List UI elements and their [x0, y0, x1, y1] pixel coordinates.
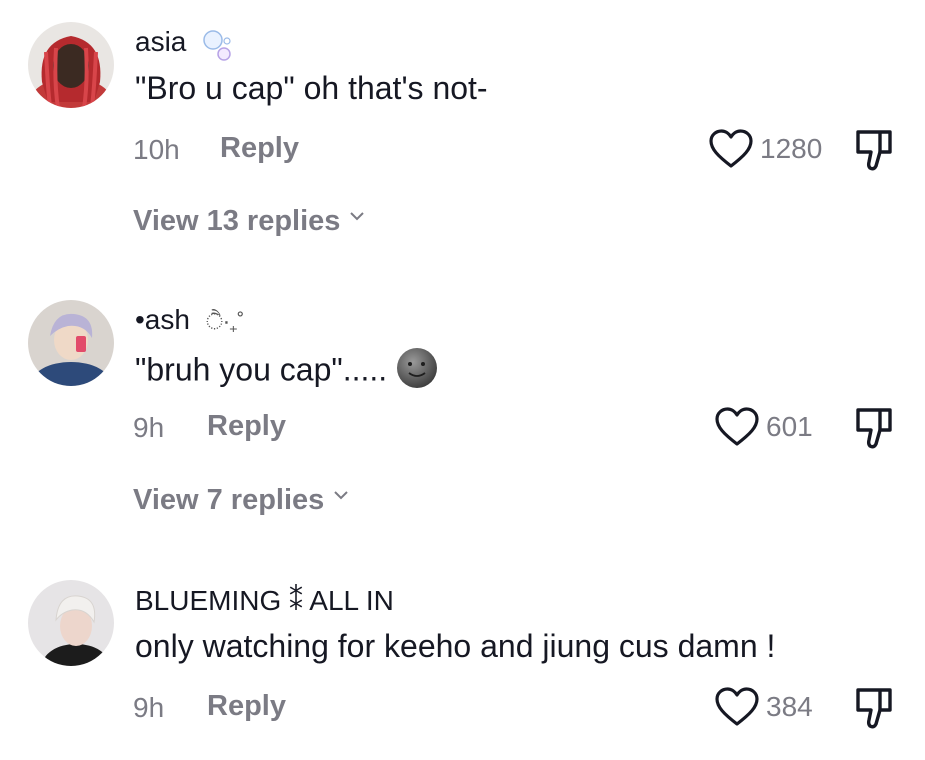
- dislike-icon[interactable]: [850, 126, 898, 174]
- like-count: 601: [766, 411, 813, 442]
- view-replies-button[interactable]: View 7 replies: [133, 484, 349, 517]
- chevron-down-icon: [350, 212, 365, 221]
- chevron-down-icon: [334, 491, 349, 500]
- comment-time: 9h: [133, 412, 165, 443]
- avatar[interactable]: [28, 580, 114, 666]
- moon-face-icon: [397, 348, 438, 388]
- dislike-icon[interactable]: [850, 684, 898, 732]
- username[interactable]: BLUEMING ⁑ ALL IN: [135, 584, 394, 617]
- reply-button[interactable]: Reply: [220, 132, 299, 165]
- comment-time: 10h: [133, 134, 180, 165]
- username[interactable]: •ash ੈ‧₊˚: [135, 304, 244, 336]
- dislike-icon[interactable]: [850, 404, 898, 452]
- heart-icon: [709, 129, 753, 168]
- username[interactable]: asia: [135, 26, 232, 62]
- reply-button[interactable]: Reply: [207, 690, 286, 723]
- comment-text: "Bro u cap" oh that's not-: [135, 70, 488, 106]
- comment-text: "bruh you cap".....: [135, 348, 439, 394]
- bubbles-icon: [202, 30, 232, 61]
- avatar[interactable]: [28, 300, 114, 386]
- reply-button[interactable]: Reply: [207, 410, 286, 443]
- heart-icon: [715, 687, 759, 726]
- like-count: 384: [766, 691, 813, 722]
- avatar[interactable]: [28, 22, 114, 108]
- username-decoration: ੈ‧₊˚: [205, 309, 245, 334]
- like-button[interactable]: 601: [714, 406, 813, 448]
- like-button[interactable]: 384: [714, 686, 813, 728]
- view-replies-button[interactable]: View 13 replies: [133, 205, 365, 238]
- comment-text: only watching for keeho and jiung cus da…: [135, 628, 776, 664]
- like-count: 1280: [760, 133, 823, 164]
- like-button[interactable]: 1280: [708, 128, 822, 170]
- comment-time: 9h: [133, 692, 165, 723]
- heart-icon: [715, 407, 759, 446]
